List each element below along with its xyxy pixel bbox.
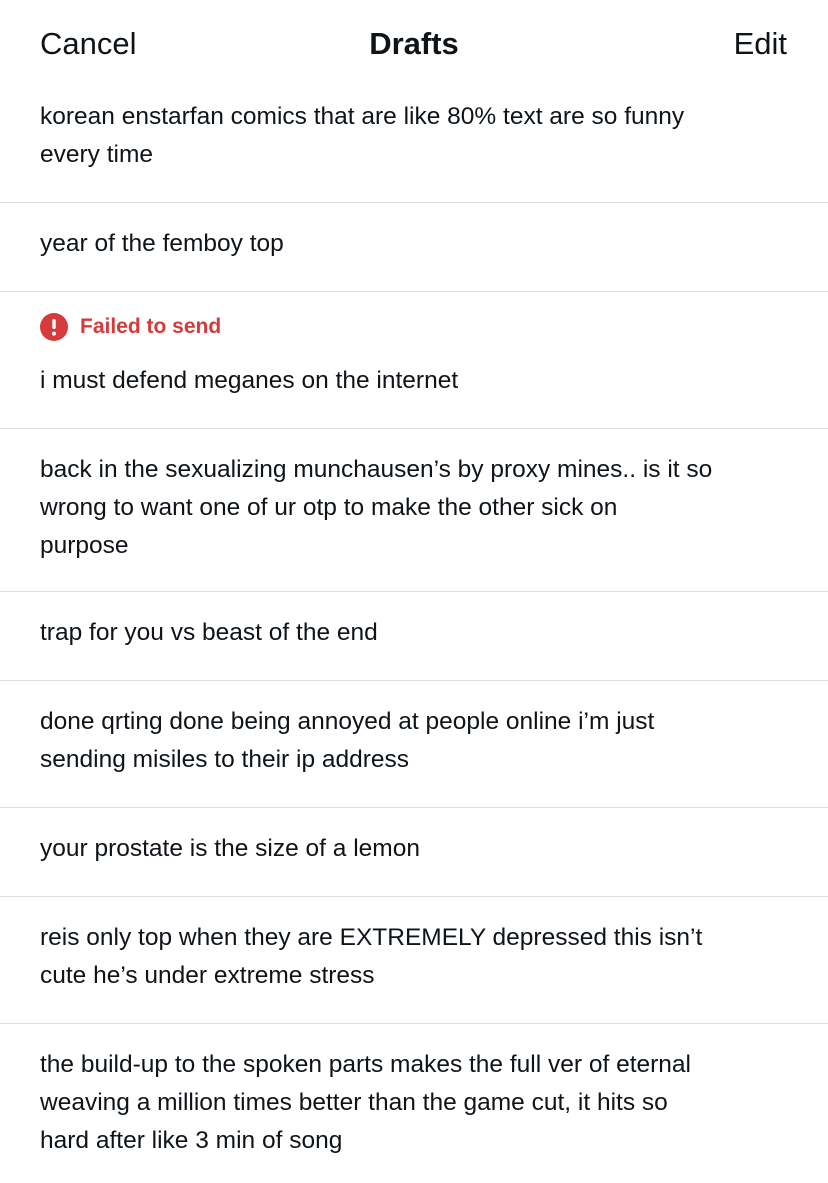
draft-text: the build-up to the spoken parts makes t… [40, 1051, 691, 1154]
nav-header: Cancel Drafts Edit [0, 0, 828, 88]
failed-status: Failed to send [40, 312, 221, 342]
draft-text: your prostate is the size of a lemon [40, 835, 420, 862]
draft-item[interactable]: done qrting done being annoyed at people… [0, 681, 828, 808]
exclamation-circle-icon [40, 313, 68, 341]
draft-text: done qrting done being annoyed at people… [40, 708, 655, 773]
draft-item-failed[interactable]: Failed to send i must defend meganes on … [0, 292, 828, 429]
draft-text: trap for you vs beast of the end [40, 619, 378, 646]
cancel-button[interactable]: Cancel [40, 24, 137, 64]
draft-text: back in the sexualizing munchausen’s by … [40, 456, 713, 559]
edit-button[interactable]: Edit [734, 24, 787, 64]
draft-text: korean enstarfan comics that are like 80… [40, 103, 685, 168]
draft-item[interactable]: reis only top when they are EXTREMELY de… [0, 897, 828, 1024]
draft-text: reis only top when they are EXTREMELY de… [40, 924, 703, 989]
draft-item[interactable]: the build-up to the spoken parts makes t… [0, 1024, 828, 1183]
draft-text: i must defend meganes on the internet [40, 367, 459, 394]
draft-item[interactable]: year of the femboy top [0, 203, 828, 292]
draft-text: year of the femboy top [40, 230, 284, 257]
draft-item[interactable]: trap for you vs beast of the end [0, 592, 828, 681]
draft-item[interactable]: korean enstarfan comics that are like 80… [0, 88, 828, 203]
failed-status-label: Failed to send [80, 315, 222, 338]
draft-item[interactable]: back in the sexualizing munchausen’s by … [0, 429, 828, 592]
draft-item[interactable]: your prostate is the size of a lemon [0, 808, 828, 897]
